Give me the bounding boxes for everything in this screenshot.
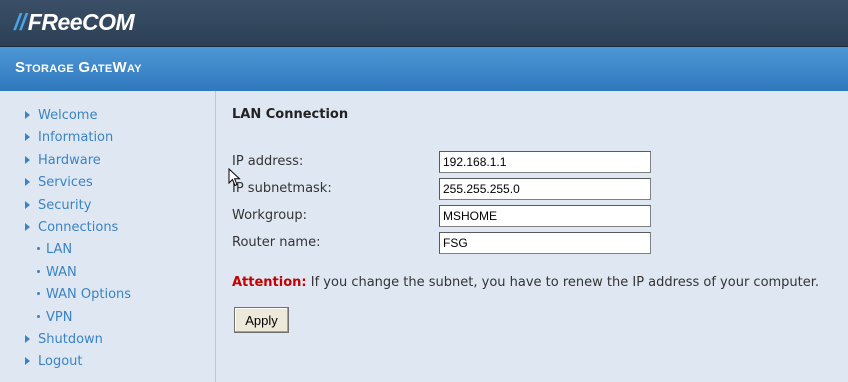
ip-address-label: IP address: xyxy=(232,154,304,169)
sidebar-item-label: LAN xyxy=(46,242,73,258)
arrow-right-icon xyxy=(25,334,30,343)
sidebar-subitem-wan[interactable]: WAN xyxy=(25,262,131,284)
sidebar-item-information[interactable]: Information xyxy=(25,127,131,149)
ip-address-input[interactable] xyxy=(439,151,651,173)
ip-address-row: IP address: xyxy=(232,151,672,173)
sidebar-subitem-wan-options[interactable]: WAN Options xyxy=(25,284,131,306)
bullet-icon xyxy=(37,292,40,296)
sidebar-item-connections[interactable]: Connections xyxy=(25,217,131,239)
sidebar-item-label: WAN Options xyxy=(46,287,132,303)
sidebar-item-label: Information xyxy=(38,130,114,146)
sidebar-item-label: Connections xyxy=(38,219,119,235)
freecom-logo: //FReeCOM xyxy=(14,9,135,36)
sidebar-item-hardware[interactable]: Hardware xyxy=(25,150,131,172)
sidebar-subitem-vpn[interactable]: VPN xyxy=(25,307,131,329)
subheader-bar: Storage GateWay xyxy=(0,47,848,91)
sidebar-item-label: Services xyxy=(38,175,93,191)
sidebar-nav: Welcome Information Hardware Services Se… xyxy=(25,105,131,374)
router-name-row: Router name: xyxy=(232,232,672,254)
arrow-right-icon xyxy=(25,155,30,164)
sidebar-item-welcome[interactable]: Welcome xyxy=(25,105,131,127)
arrow-right-icon xyxy=(25,357,30,366)
main-panel: LAN Connection IP address: IP subnetmask… xyxy=(232,91,848,382)
product-title: Storage GateWay xyxy=(15,59,142,76)
router-name-input[interactable] xyxy=(439,232,651,254)
workgroup-row: Workgroup: xyxy=(232,205,672,227)
apply-button[interactable]: Apply xyxy=(234,307,289,333)
sidebar-item-shutdown[interactable]: Shutdown xyxy=(25,329,131,351)
attention-text: If you change the subnet, you have to re… xyxy=(306,275,820,290)
sidebar-item-services[interactable]: Services xyxy=(25,172,131,194)
sidebar-item-label: Security xyxy=(38,197,92,213)
sidebar-item-security[interactable]: Security xyxy=(25,195,131,217)
header-bar: //FReeCOM xyxy=(0,0,848,47)
sidebar-item-label: Shutdown xyxy=(38,331,103,347)
arrow-right-icon xyxy=(25,222,30,231)
sidebar-subitem-lan[interactable]: LAN xyxy=(25,239,131,261)
sidebar-item-label: VPN xyxy=(46,309,73,325)
arrow-right-icon xyxy=(25,200,30,209)
sidebar-item-label: Logout xyxy=(38,354,83,370)
attention-label: Attention: xyxy=(232,275,307,290)
logo-text: FReeCOM xyxy=(27,9,135,35)
logo-slashes: // xyxy=(14,9,26,35)
sidebar: Welcome Information Hardware Services Se… xyxy=(0,91,216,382)
arrow-right-icon xyxy=(25,111,30,119)
sidebar-item-logout[interactable]: Logout xyxy=(25,351,131,373)
bullet-icon xyxy=(37,269,40,273)
router-name-label: Router name: xyxy=(232,235,321,250)
workgroup-label: Workgroup: xyxy=(232,208,308,223)
workgroup-input[interactable] xyxy=(439,205,651,227)
arrow-right-icon xyxy=(25,178,30,187)
sidebar-item-label: WAN xyxy=(46,264,77,280)
page-title: LAN Connection xyxy=(232,107,349,122)
ip-subnetmask-row: IP subnetmask: xyxy=(232,178,672,200)
ip-subnetmask-input[interactable] xyxy=(439,178,651,200)
arrow-right-icon xyxy=(25,133,30,142)
bullet-icon xyxy=(37,247,40,251)
sidebar-item-label: Hardware xyxy=(38,152,101,168)
sidebar-item-label: Welcome xyxy=(38,108,98,123)
ip-subnetmask-label: IP subnetmask: xyxy=(232,181,332,196)
mouse-cursor-icon xyxy=(228,168,241,187)
bullet-icon xyxy=(37,314,40,318)
content-area: Welcome Information Hardware Services Se… xyxy=(0,91,848,382)
attention-note: Attention: If you change the subnet, you… xyxy=(232,275,819,290)
